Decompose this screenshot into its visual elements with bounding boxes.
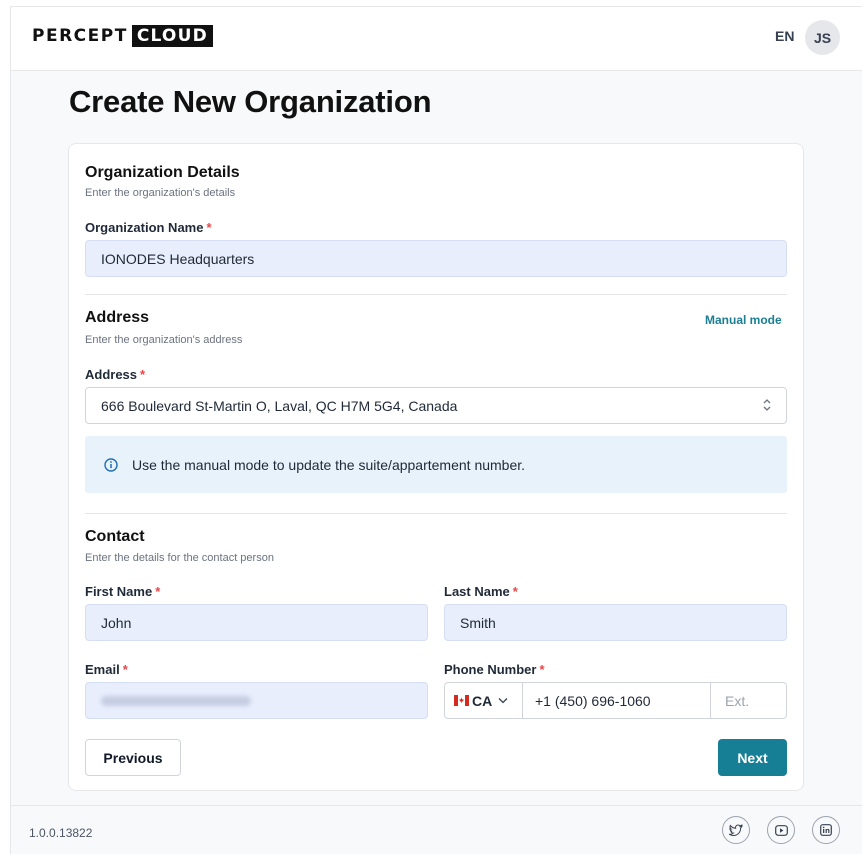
address-select[interactable]: 666 Boulevard St-Martin O, Laval, QC H7M… xyxy=(85,387,787,424)
contact-subtitle: Enter the details for the contact person xyxy=(85,552,274,564)
info-icon xyxy=(104,457,118,472)
phone-number-label-text: Phone Number xyxy=(444,662,537,677)
address-label-text: Address xyxy=(85,367,138,382)
organization-name-value: IONODES Headquarters xyxy=(101,250,255,267)
organization-details-title: Organization Details xyxy=(85,164,240,181)
last-name-value: Smith xyxy=(460,614,496,631)
phone-number-label: Phone Number * xyxy=(444,662,545,677)
organization-form-card: Organization Details Enter the organizat… xyxy=(68,143,804,791)
phone-extension-placeholder: Ext. xyxy=(725,692,750,709)
address-subtitle: Enter the organization's address xyxy=(85,334,243,346)
page-title: Create New Organization xyxy=(69,84,432,119)
last-name-input[interactable]: Smith xyxy=(444,604,787,641)
organization-details-subtitle: Enter the organization's details xyxy=(85,187,236,199)
footer: 1.0.0.13822 xyxy=(11,805,862,854)
phone-number-input[interactable]: +1 (450) 696-1060 xyxy=(523,683,710,718)
info-text: Use the manual mode to update the suite/… xyxy=(132,456,526,473)
previous-button[interactable]: Previous xyxy=(85,739,181,776)
required-marker: * xyxy=(206,220,212,235)
required-marker: * xyxy=(539,662,545,677)
canada-flag-icon xyxy=(454,695,469,706)
phone-country-select[interactable]: CA xyxy=(445,683,523,718)
email-label-text: Email xyxy=(85,662,120,677)
user-avatar[interactable]: JS xyxy=(805,20,840,55)
phone-number-field: CA +1 (450) 696-1060 Ext. xyxy=(444,682,787,719)
section-divider xyxy=(85,513,787,514)
linkedin-icon[interactable] xyxy=(812,816,840,844)
required-marker: * xyxy=(140,367,146,382)
last-name-label: Last Name * xyxy=(444,584,518,599)
organization-name-label-text: Organization Name xyxy=(85,220,204,235)
email-input[interactable] xyxy=(85,682,428,719)
manual-mode-info-banner: Use the manual mode to update the suite/… xyxy=(85,436,787,493)
required-marker: * xyxy=(155,584,161,599)
chevron-up-down-icon xyxy=(762,398,772,415)
email-label: Email * xyxy=(85,662,128,677)
app-frame: PERCEPT CLOUD EN JS Create New Organizat… xyxy=(10,6,862,854)
required-marker: * xyxy=(122,662,128,677)
organization-name-input[interactable]: IONODES Headquarters xyxy=(85,240,787,277)
language-selector[interactable]: EN xyxy=(775,28,794,44)
first-name-value: John xyxy=(101,614,132,631)
youtube-icon[interactable] xyxy=(767,816,795,844)
organization-name-label: Organization Name * xyxy=(85,220,212,235)
phone-country-code: CA xyxy=(472,692,493,709)
address-value: 666 Boulevard St-Martin O, Laval, QC H7M… xyxy=(101,397,458,414)
required-marker: * xyxy=(512,584,518,599)
contact-title: Contact xyxy=(85,528,145,545)
manual-mode-link[interactable]: Manual mode xyxy=(705,313,782,327)
twitter-icon[interactable] xyxy=(722,816,750,844)
percept-cloud-logo[interactable]: PERCEPT CLOUD xyxy=(32,24,213,48)
first-name-label-text: First Name xyxy=(85,584,153,599)
last-name-label-text: Last Name xyxy=(444,584,510,599)
logo-text-percept: PERCEPT xyxy=(32,26,128,46)
first-name-input[interactable]: John xyxy=(85,604,428,641)
address-title: Address xyxy=(85,309,150,326)
app-version: 1.0.0.13822 xyxy=(29,826,93,840)
logo-text-cloud: CLOUD xyxy=(131,25,213,47)
address-label: Address * xyxy=(85,367,145,382)
phone-number-value: +1 (450) 696-1060 xyxy=(535,692,651,709)
email-value-redacted xyxy=(101,695,251,706)
chevron-down-icon xyxy=(498,697,508,704)
next-button[interactable]: Next xyxy=(718,739,787,776)
phone-extension-input[interactable]: Ext. xyxy=(710,683,786,718)
section-divider xyxy=(85,294,787,295)
first-name-label: First Name * xyxy=(85,584,160,599)
top-header: PERCEPT CLOUD EN JS xyxy=(11,7,862,71)
